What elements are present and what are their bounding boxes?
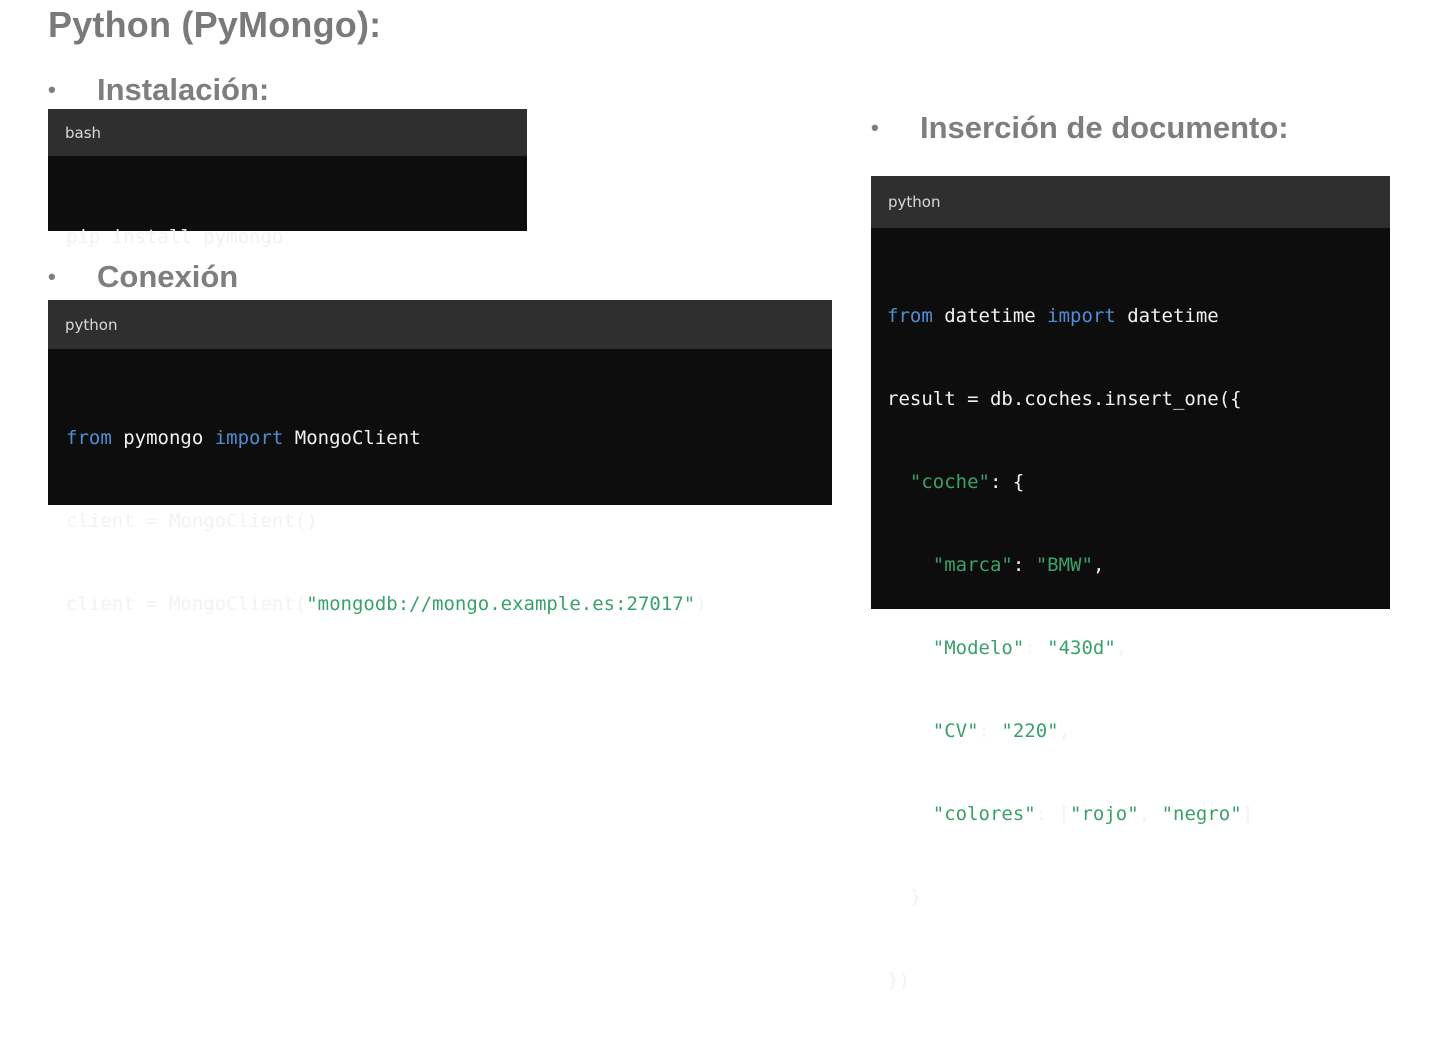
bullet-label: Inserción de documento: (920, 110, 1289, 145)
code-line: client = MongoClient("mongodb://mongo.ex… (66, 593, 707, 615)
code-language-label: bash (48, 109, 527, 156)
code-language-label: python (48, 300, 832, 349)
code-line: "coche": { (909, 471, 1025, 493)
code-line: "marca": "BMW", (932, 554, 1105, 576)
bullet-dot: • (48, 77, 56, 102)
code-line: from pymongo import MongoClient (66, 427, 421, 449)
page-title: Python (PyMongo): (48, 4, 382, 45)
bullet-instalacion: • Instalación: (48, 72, 269, 108)
code-line: "colores": ["rojo", "negro"] (932, 803, 1254, 825)
code-block-install: bash pip install pymongo (48, 109, 527, 248)
bullet-label: Conexión (97, 259, 239, 294)
code-line: "Modelo": "430d", (932, 637, 1128, 659)
code-line: }) (887, 969, 910, 991)
code-line: client = MongoClient() (66, 510, 318, 532)
code-body: from pymongo import MongoClient client =… (48, 349, 832, 668)
code-body: from datetime import datetime result = d… (871, 228, 1390, 1044)
bullet-dot: • (48, 264, 56, 289)
code-line: pip install pymongo (66, 226, 284, 248)
code-block-connect: python from pymongo import MongoClient c… (48, 300, 832, 615)
bullet-label: Instalación: (97, 72, 270, 107)
bullet-conexion: • Conexión (48, 259, 238, 295)
code-line: result = db.coches.insert_one({ (887, 388, 1242, 410)
code-line: from datetime import datetime (887, 305, 1219, 327)
code-line: "CV": "220", (932, 720, 1071, 742)
bullet-dot: • (871, 115, 879, 140)
code-language-label: python (871, 176, 1390, 228)
code-block-insert: python from datetime import datetime res… (871, 176, 1390, 991)
bullet-insercion: • Inserción de documento: (871, 110, 1289, 146)
code-line: } (887, 886, 922, 908)
